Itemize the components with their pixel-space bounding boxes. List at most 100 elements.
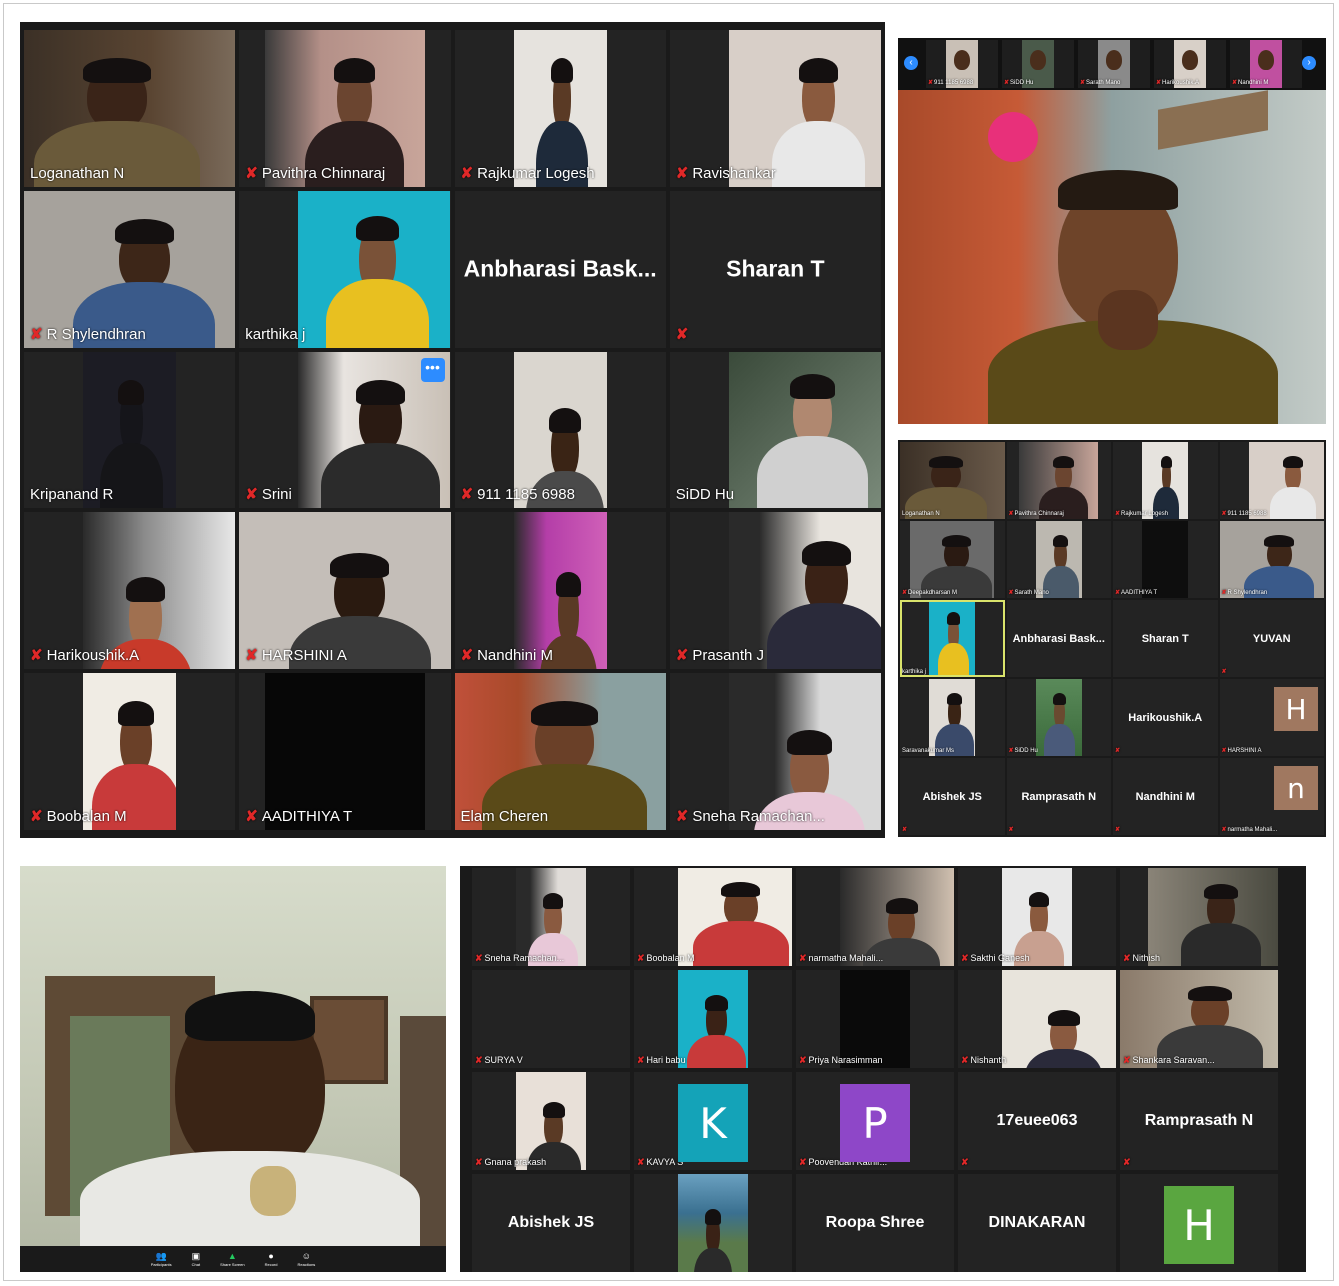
participant-tile[interactable]: Nandhini M ✘	[1113, 758, 1218, 835]
participant-tile[interactable]: 17euee063 ✘	[958, 1072, 1116, 1170]
participant-tile[interactable]: Ramprasath N ✘	[1120, 1072, 1278, 1170]
participant-name-label: ✘ Sarath Mano	[1009, 589, 1049, 597]
more-options-button[interactable]: •••	[420, 357, 445, 382]
participant-tile[interactable]: ✘ Rajkumar Logesh	[1113, 442, 1218, 519]
participant-tile[interactable]: ✘ Boobalan M	[24, 673, 236, 830]
participant-name-label: ✘ Nandhini M	[461, 647, 553, 665]
muted-mic-icon: ✘	[1004, 80, 1010, 86]
strip-prev-icon[interactable]: ‹	[904, 56, 918, 70]
participant-tile[interactable]: ✘ HARSHINI A	[239, 512, 451, 670]
participant-tile[interactable]: ✘ Gnana prakash	[472, 1072, 630, 1170]
participant-tile[interactable]: Abishek JS	[472, 1174, 630, 1272]
participant-strip: ‹ › ✘ 911 1185 6988 ✘ SiDD Hu ✘ Sarath Mano ✘ H…	[898, 38, 1326, 90]
participant-tile[interactable]: ✘ Deepakdharsan M	[900, 521, 1005, 598]
participant-tile[interactable]: ✘ SURYA V	[472, 970, 630, 1068]
participant-tile[interactable]: Saravanakumar Ms	[900, 679, 1005, 756]
participant-name-label: ✘ Rajkumar Logesh	[1115, 510, 1168, 518]
participant-name-label: ✘ Pavithra Chinnaraj	[245, 165, 385, 183]
participant-name-label: ✘	[1123, 1157, 1131, 1168]
participant-tile[interactable]: ✘ AADITHIYA T	[239, 673, 451, 830]
participant-tile[interactable]: ✘ 911 1185 6988	[454, 351, 666, 509]
participant-tile[interactable]: H	[1120, 1174, 1278, 1272]
share-screen-button[interactable]: ▲ Share Screen	[220, 1251, 244, 1267]
participant-tile[interactable]: ✘ Priya Narasimman	[796, 970, 954, 1068]
participant-tile[interactable]: ✘ AADITHIYA T	[1113, 521, 1218, 598]
participant-tile[interactable]: karthika j	[900, 600, 1005, 677]
participant-tile[interactable]: Sharan T ✘	[669, 190, 881, 348]
participant-tile[interactable]: ✘ Sneha Ramachan...	[669, 673, 881, 830]
participant-tile[interactable]: ✘ Nishanth	[958, 970, 1116, 1068]
reactions-icon: ☺	[301, 1250, 311, 1261]
participant-tile[interactable]: ✘ Pavithra Chinnaraj	[1006, 442, 1111, 519]
participant-name-label: Saravanakumar Ms	[902, 747, 954, 755]
participant-tile[interactable]: ✘ Sakthi Ganesh	[958, 868, 1116, 966]
participant-tile[interactable]: ✘ Nithish	[1120, 868, 1278, 966]
participant-tile[interactable]: ✘ Poovendan Kathir... P	[796, 1072, 954, 1170]
participant-tile[interactable]: ✘ narmatha Mahali...	[796, 868, 954, 966]
record-button[interactable]: ● Record	[265, 1251, 278, 1267]
participant-tile[interactable]: Kripanand R	[24, 351, 236, 509]
strip-thumbnail[interactable]: ✘ 911 1185 6988	[926, 40, 998, 88]
participant-tile[interactable]: karthika j	[239, 190, 451, 348]
participant-tile[interactable]: Ramprasath N ✘	[1006, 758, 1111, 835]
participant-tile[interactable]: ✘ Srini •••	[239, 351, 451, 509]
participant-tile[interactable]: ✘ Nandhini M	[454, 512, 666, 670]
participant-tile[interactable]: ✘ Hari babu	[634, 970, 792, 1068]
participant-tile[interactable]: ✘ narmatha Mahali... n	[1219, 758, 1324, 835]
participant-name-label: ✘ 911 1185 6988	[928, 79, 973, 87]
participant-tile[interactable]: Sharan T	[1113, 600, 1218, 677]
participant-tile[interactable]: Anbharasi Bask...	[1006, 600, 1111, 677]
participant-tile[interactable]: Anbharasi Bask...	[454, 190, 666, 348]
participant-tile[interactable]: ✘ R Shylendhran	[1219, 521, 1324, 598]
participant-tile[interactable]: Loganathan N	[24, 30, 236, 187]
strip-thumbnail[interactable]: ✘ Harikoushik.A	[1154, 40, 1226, 88]
participant-tile[interactable]: ✘ Ravishankar	[669, 30, 881, 187]
participant-name-label: ✘ narmatha Mahali...	[1222, 826, 1278, 834]
muted-mic-icon: ✘	[1008, 590, 1014, 596]
host-view-panel: 👥 Participants ▣ Chat ▲ Share Screen ● Recor…	[20, 866, 446, 1272]
reactions-button[interactable]: ☺ Reactions	[298, 1250, 316, 1267]
participant-tile[interactable]: ✘ Sneha Ramachan...	[472, 868, 630, 966]
strip-thumbnail[interactable]: ✘ Sarath Mano	[1078, 40, 1150, 88]
participant-name-label: ✘ AADITHIYA T	[245, 808, 352, 826]
muted-mic-icon: ✘	[475, 1157, 483, 1167]
participant-name-label: ✘ Harikoushik.A	[1156, 79, 1199, 87]
participant-name: AADITHIYA T	[261, 807, 353, 825]
chat-button[interactable]: ▣ Chat	[192, 1251, 201, 1267]
muted-mic-icon: ✘	[1156, 80, 1162, 86]
participant-tile[interactable]: DINAKARAN	[958, 1174, 1116, 1272]
participant-tile[interactable]: SiDD Hu	[669, 351, 881, 509]
participant-tile[interactable]: ✘ Rajkumar Logesh	[454, 30, 666, 187]
strip-thumbnail[interactable]: ✘ SiDD Hu	[1002, 40, 1074, 88]
participant-tile[interactable]: Harikoushik.A ✘	[1113, 679, 1218, 756]
muted-mic-icon: ✘	[460, 486, 474, 504]
muted-mic-icon: ✘	[675, 164, 689, 182]
participant-tile[interactable]: YUVAN ✘	[1219, 600, 1324, 677]
muted-mic-icon: ✘	[1123, 1055, 1131, 1065]
muted-mic-icon: ✘	[1080, 80, 1086, 86]
participant-tile[interactable]: ✘ R Shylendhran	[24, 190, 236, 348]
participant-tile[interactable]: ✘ Prasanth J	[669, 512, 881, 670]
participant-tile[interactable]: Elam Cheren	[454, 673, 666, 830]
participant-name-center: Sharan T	[1141, 632, 1189, 645]
muted-mic-icon: ✘	[928, 80, 934, 86]
participant-name-label: ✘ Sneha Ramachan...	[475, 953, 564, 964]
participant-tile[interactable]: ✘ Boobalan M	[634, 868, 792, 966]
strip-thumbnail[interactable]: ✘ Nandhini M	[1230, 40, 1302, 88]
participant-tile[interactable]: Abishek JS ✘	[900, 758, 1005, 835]
participant-tile[interactable]: ✘ Pavithra Chinnaraj	[239, 30, 451, 187]
participant-tile[interactable]: ✘ 911 1185 6988	[1219, 442, 1324, 519]
participant-tile[interactable]: ✘ Harikoushik.A	[24, 512, 236, 670]
participant-tile[interactable]	[634, 1174, 792, 1272]
participant-tile[interactable]: ✘ SiDD Hu	[1006, 679, 1111, 756]
participant-tile[interactable]: ✘ Shankara Saravan...	[1120, 970, 1278, 1068]
strip-next-icon[interactable]: ›	[1302, 56, 1316, 70]
participant-tile[interactable]: ✘ HARSHINI A H	[1219, 679, 1324, 756]
participant-tile[interactable]: ✘ Sarath Mano	[1006, 521, 1111, 598]
participants-button[interactable]: 👥 Participants	[151, 1251, 172, 1267]
participant-tile[interactable]: Roopa Shree	[796, 1174, 954, 1272]
participant-tile[interactable]: Loganathan N	[900, 442, 1005, 519]
muted-mic-icon: ✘	[675, 647, 689, 665]
participant-tile[interactable]: ✘ KAVYA SK	[634, 1072, 792, 1170]
participant-name-label: ✘ R Shylendhran	[1222, 589, 1268, 597]
